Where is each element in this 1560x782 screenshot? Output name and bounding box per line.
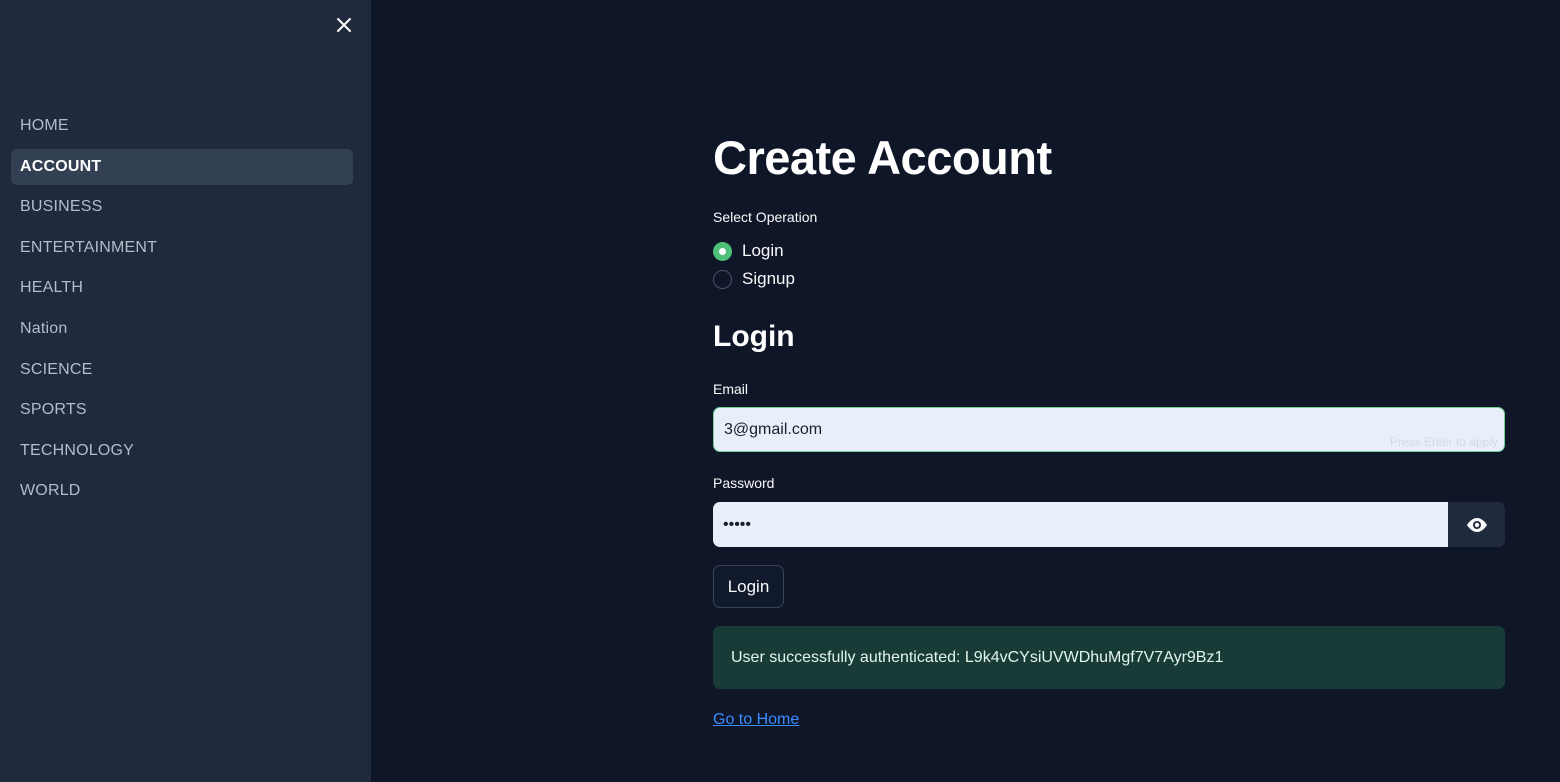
sidebar-item-home[interactable]: HOME [11,108,353,144]
password-field[interactable] [713,502,1448,547]
sidebar-item-account[interactable]: ACCOUNT [11,148,353,185]
radio-unchecked-icon [713,269,732,289]
email-field-wrapper: Press Enter to apply [713,407,1505,452]
password-field-wrapper [713,502,1505,547]
radio-label-signup: Signup [742,269,795,288]
close-icon [337,18,351,32]
show-password-button[interactable] [1448,502,1505,547]
close-sidebar-button[interactable] [332,13,356,37]
login-button[interactable]: Login [713,565,784,608]
radio-login[interactable]: Login [713,240,784,262]
sidebar-item-health[interactable]: HEALTH [11,270,353,306]
sidebar-item-technology[interactable]: TECHNOLOGY [11,433,353,469]
sidebar-item-nation[interactable]: Nation [11,311,353,347]
radio-label-login: Login [742,241,784,260]
email-label: Email [713,381,749,397]
operation-label: Select Operation [713,209,818,225]
eye-icon [1466,517,1487,532]
sidebar-nav: HOME ACCOUNT BUSINESS ENTERTAINMENT HEAL… [11,108,353,514]
go-to-home-link[interactable]: Go to Home [713,711,799,729]
password-label: Password [713,475,775,491]
success-alert-text: User successfully authenticated: L9k4vCY… [731,648,1224,666]
press-enter-hint: Press Enter to apply [1389,435,1498,449]
success-alert: User successfully authenticated: L9k4vCY… [713,626,1505,689]
sidebar-item-sports[interactable]: SPORTS [11,392,353,428]
sidebar-item-world[interactable]: WORLD [11,473,353,509]
email-field[interactable] [714,408,1504,451]
sidebar-item-science[interactable]: SCIENCE [11,352,353,388]
form-heading: Login [713,320,795,353]
page-title: Create Account [713,131,1052,184]
radio-checked-icon [713,241,732,261]
sidebar-item-business[interactable]: BUSINESS [11,189,353,225]
radio-signup[interactable]: Signup [713,268,795,290]
sidebar: HOME ACCOUNT BUSINESS ENTERTAINMENT HEAL… [0,0,371,782]
password-input-area [713,502,1448,547]
sidebar-item-entertainment[interactable]: ENTERTAINMENT [11,230,353,266]
